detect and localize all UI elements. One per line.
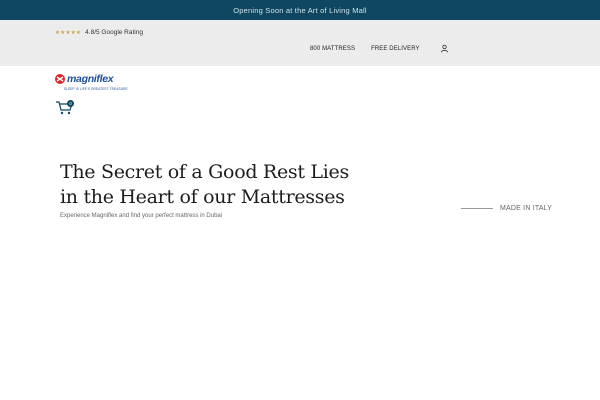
- cart-count-badge: 0: [67, 100, 74, 107]
- logo-wordmark: magniflex: [67, 73, 114, 85]
- announcement-text[interactable]: Opening Soon at the Art of Living Mall: [233, 6, 367, 15]
- user-icon[interactable]: [440, 44, 449, 53]
- announcement-bar[interactable]: Opening Soon at the Art of Living Mall: [0, 0, 600, 20]
- hero-title-line1: The Secret of a Good Rest Lies: [60, 161, 349, 183]
- rating-text: 4.8/5 Google Rating: [85, 29, 143, 36]
- made-in-italy-label: MADE IN ITALY: [500, 205, 553, 212]
- hero-title-line2: in the Heart of our Mattresses: [60, 186, 345, 208]
- logo-tagline: SLEEP IS LIFE'S GREATEST TREASURE: [64, 87, 128, 91]
- nav-free-delivery-link[interactable]: FREE DELIVERY: [371, 46, 420, 52]
- hero-subtitle: Experience Magniflex and find your perfe…: [60, 213, 223, 219]
- google-rating[interactable]: ★★★★★ 4.8/5 Google Rating: [55, 29, 143, 36]
- magniflex-logo[interactable]: magniflex SLEEP IS LIFE'S GREATEST TREAS…: [54, 73, 128, 93]
- hero-title: The Secret of a Good Rest Lies in the He…: [60, 160, 390, 210]
- top-header: ★★★★★ 4.8/5 Google Rating 800 MATTRESS F…: [0, 20, 600, 66]
- top-nav: 800 MATTRESS FREE DELIVERY: [310, 44, 449, 53]
- made-in-divider: [461, 208, 493, 209]
- nav-phone-link[interactable]: 800 MATTRESS: [310, 46, 355, 52]
- rating-stars-icon: ★★★★★: [55, 29, 82, 36]
- logo-mark-icon: [55, 74, 65, 84]
